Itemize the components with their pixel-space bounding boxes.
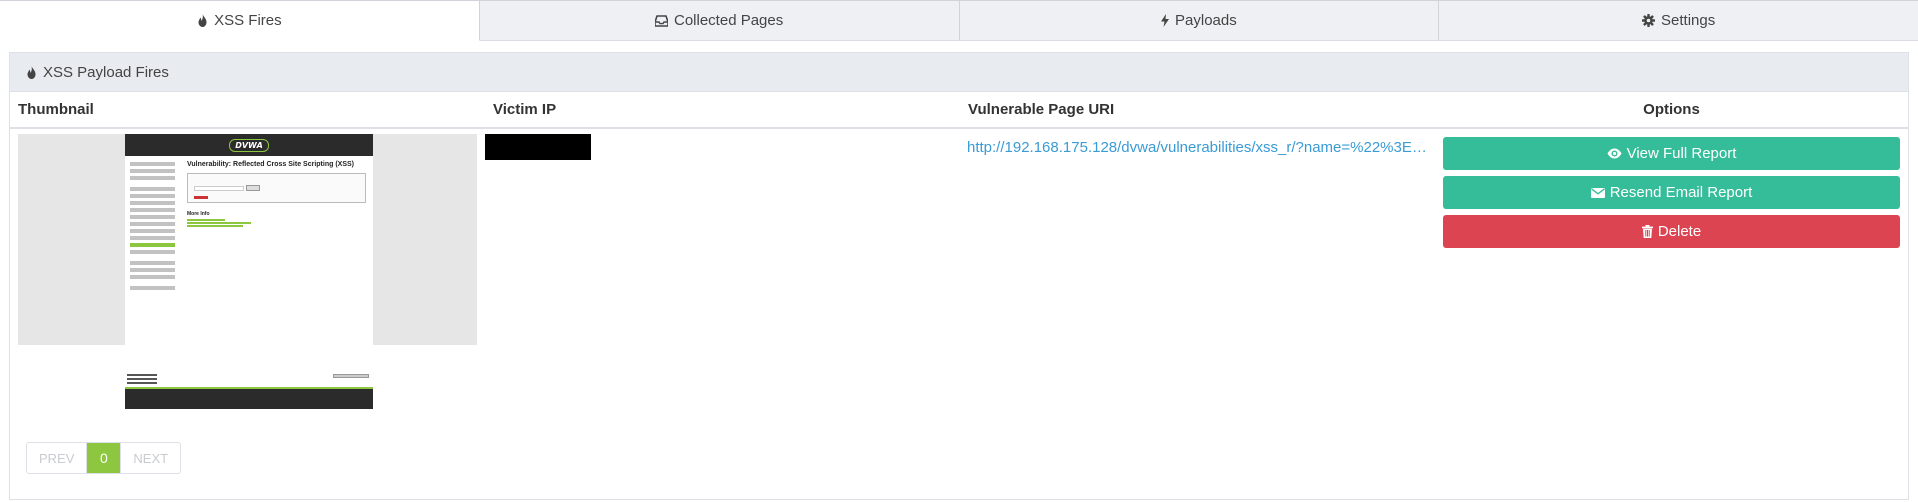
fire-icon bbox=[197, 14, 208, 27]
victim-ip-cell bbox=[485, 128, 960, 409]
screenshot-more-info: More Info bbox=[187, 211, 210, 217]
next-page-button[interactable]: NEXT bbox=[120, 443, 180, 473]
redacted-victim-ip bbox=[485, 134, 591, 160]
screenshot-header: DVWA bbox=[125, 134, 373, 156]
button-label: View Full Report bbox=[1626, 145, 1737, 162]
tab-label: Payloads bbox=[1175, 12, 1237, 29]
table-header-row: Thumbnail Victim IP Vulnerable Page URI … bbox=[10, 92, 1908, 129]
inbox-icon bbox=[655, 14, 668, 27]
fire-icon bbox=[26, 65, 37, 79]
panel-heading: XSS Payload Fires bbox=[10, 53, 1908, 92]
screenshot-menu bbox=[130, 162, 175, 293]
tab-label: Collected Pages bbox=[674, 12, 784, 29]
thumbnail-cell: DVWA Vulnerability: Reflected Cross Site… bbox=[10, 128, 485, 409]
vulnerable-page-uri-link[interactable]: http://192.168.175.128/dvwa/vulnerabilit… bbox=[967, 139, 1429, 156]
screenshot-footer bbox=[125, 345, 373, 409]
page-thumbnail[interactable]: DVWA Vulnerability: Reflected Cross Site… bbox=[18, 134, 477, 409]
tab-xss-fires[interactable]: XSS Fires bbox=[0, 0, 480, 41]
tab-settings[interactable]: Settings bbox=[1439, 0, 1918, 40]
resend-email-report-button[interactable]: Resend Email Report bbox=[1443, 176, 1900, 209]
delete-button[interactable]: Delete bbox=[1443, 215, 1900, 248]
options-cell: View Full Report Resend Email Report Del… bbox=[1435, 128, 1908, 409]
view-full-report-button[interactable]: View Full Report bbox=[1443, 137, 1900, 170]
column-header-victim-ip: Victim IP bbox=[485, 92, 960, 129]
current-page-button[interactable]: 0 bbox=[86, 443, 121, 473]
screenshot-title: Vulnerability: Reflected Cross Site Scri… bbox=[187, 161, 354, 168]
button-label: Resend Email Report bbox=[1609, 184, 1753, 201]
dvwa-logo: DVWA bbox=[229, 138, 269, 152]
xss-fires-panel: XSS Payload Fires Thumbnail Victim IP Vu… bbox=[9, 52, 1909, 500]
tab-label: XSS Fires bbox=[214, 12, 282, 29]
screenshot-form bbox=[187, 173, 366, 203]
panel-title: XSS Payload Fires bbox=[43, 63, 169, 81]
bolt-icon bbox=[1161, 14, 1170, 27]
envelope-icon bbox=[1590, 187, 1605, 198]
column-header-thumbnail: Thumbnail bbox=[10, 92, 485, 129]
uri-cell: http://192.168.175.128/dvwa/vulnerabilit… bbox=[960, 128, 1435, 409]
prev-page-button[interactable]: PREV bbox=[27, 443, 86, 473]
gear-icon bbox=[1642, 14, 1656, 27]
tab-payloads[interactable]: Payloads bbox=[959, 0, 1440, 40]
eye-icon bbox=[1607, 148, 1622, 159]
screenshot-image: DVWA Vulnerability: Reflected Cross Site… bbox=[125, 134, 373, 409]
column-header-uri: Vulnerable Page URI bbox=[960, 92, 1435, 129]
column-header-options: Options bbox=[1435, 92, 1908, 129]
button-label: Delete bbox=[1657, 223, 1702, 240]
tab-collected-pages[interactable]: Collected Pages bbox=[479, 0, 960, 40]
fires-table: Thumbnail Victim IP Vulnerable Page URI … bbox=[10, 92, 1908, 409]
trash-icon bbox=[1641, 225, 1653, 238]
tab-bar: XSS Fires Collected Pages Payloads Setti… bbox=[0, 0, 1918, 41]
pagination: PREV 0 NEXT bbox=[26, 442, 182, 474]
tab-label: Settings bbox=[1661, 12, 1716, 29]
table-row: DVWA Vulnerability: Reflected Cross Site… bbox=[10, 128, 1908, 409]
